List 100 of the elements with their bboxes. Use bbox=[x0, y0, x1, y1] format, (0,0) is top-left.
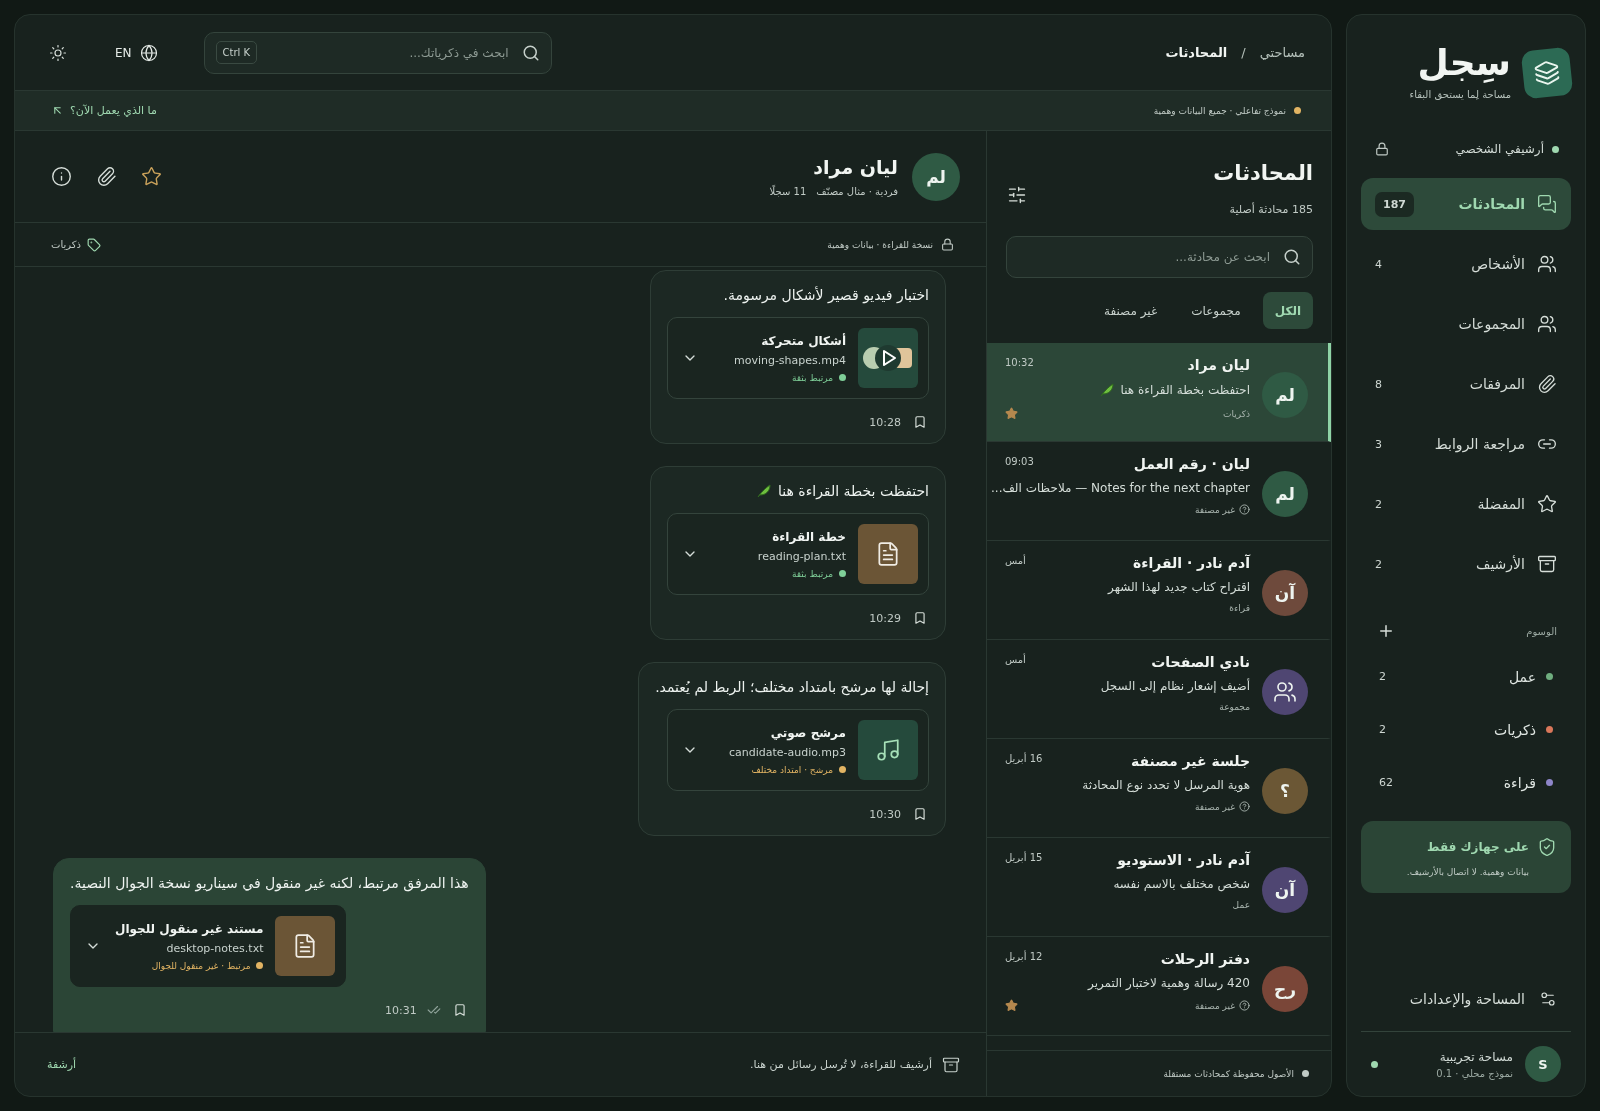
filter-tab[interactable]: غير مصنفة bbox=[1091, 292, 1170, 329]
attachment-title: مرشح صوتي bbox=[769, 725, 846, 740]
video-thumbnail[interactable] bbox=[858, 328, 918, 388]
attachment-title: مستند غير منقول للجوال bbox=[115, 921, 264, 936]
record-count: 11 سجلًا bbox=[769, 186, 807, 197]
search-icon bbox=[1283, 248, 1301, 266]
demo-note: نموذج تفاعلي · جميع البيانات وهمية bbox=[1153, 105, 1286, 116]
music-note-icon bbox=[875, 737, 901, 763]
status-dot bbox=[1552, 145, 1559, 153]
message-time: 10:29 bbox=[869, 611, 901, 625]
document-thumbnail[interactable] bbox=[858, 524, 918, 584]
link-status: مرتبط بثقة bbox=[792, 568, 833, 579]
nav-count: 2 bbox=[1375, 557, 1382, 571]
tag-count: 2 bbox=[1379, 670, 1386, 683]
conversation-name: نادي الصفحات bbox=[1151, 654, 1250, 670]
bookmark-icon bbox=[913, 807, 927, 821]
lock-icon bbox=[941, 238, 954, 251]
attachment-filename: reading-plan.txt bbox=[756, 549, 846, 563]
archive-name: أرشيفي الشخصي bbox=[1455, 142, 1544, 156]
arrow-icon bbox=[51, 104, 64, 117]
filter-tab[interactable]: الكل bbox=[1262, 292, 1313, 329]
app-name: سِجل bbox=[1416, 45, 1511, 81]
breadcrumb-link[interactable]: المحادثات bbox=[1165, 45, 1228, 60]
sun-icon bbox=[49, 43, 67, 62]
message-preview: Notes for the next chapter — ملاحظات الف... bbox=[991, 481, 1250, 495]
people-icon bbox=[1537, 254, 1557, 274]
conversation-item[interactable]: آن آدم نادر · القراءة أمس اقتراح كتاب جديد لهذا الشهر قراءة bbox=[987, 541, 1331, 640]
star-icon bbox=[1537, 494, 1557, 514]
breadcrumb-separator: / bbox=[1241, 45, 1246, 60]
conversation-name: ليان · رقم العمل bbox=[1133, 456, 1250, 472]
attachment-filename: moving-shapes.mp4 bbox=[732, 353, 846, 367]
contact-avatar: لم bbox=[1262, 372, 1308, 418]
attachment-title: خطة القراءة bbox=[771, 529, 846, 544]
message-text: إحالة لها مرشح بامتداد مختلف؛ الربط لم يُعتمد. bbox=[655, 679, 929, 695]
archive-icon bbox=[1537, 554, 1557, 574]
archive-link[interactable]: أرشفة bbox=[47, 1058, 77, 1071]
conversation-name: آدم نادر · القراءة bbox=[1133, 555, 1250, 571]
conversation-meta: فردية · مثال مصنّف bbox=[816, 186, 898, 197]
nav-count: 187 bbox=[1375, 191, 1414, 217]
bookmark-icon bbox=[913, 415, 927, 429]
conversation-time: 09:03 bbox=[1005, 456, 1034, 467]
nav-count: 3 bbox=[1375, 437, 1382, 451]
nav-item[interactable]: المجموعات bbox=[1361, 298, 1571, 350]
list-footer-note: الأصول محفوظة كمحادثات مستقلة bbox=[1163, 1068, 1294, 1079]
star-icon bbox=[141, 166, 162, 187]
conversation-tag: غير مصنفة bbox=[1195, 801, 1235, 812]
settings-icon bbox=[1539, 990, 1557, 1008]
language-button[interactable]: EN bbox=[109, 42, 164, 63]
contact-avatar: رح bbox=[1262, 966, 1308, 1012]
conversation-time: أمس bbox=[1005, 555, 1026, 566]
audio-thumbnail[interactable] bbox=[858, 720, 918, 780]
archive-icon bbox=[942, 1055, 960, 1074]
conversation-item[interactable]: آن آدم نادر · الاستوديو 15 أبريل شخص مختلف بالاسم نفسه عمل bbox=[987, 838, 1331, 937]
contact-avatar: لم bbox=[912, 152, 960, 201]
paperclip-icon bbox=[1537, 374, 1557, 394]
message-time: 10:28 bbox=[869, 415, 901, 429]
message-time: 10:31 bbox=[384, 1003, 417, 1017]
nav-count: 2 bbox=[1375, 497, 1382, 511]
layers-icon bbox=[1532, 58, 1562, 87]
conversation-item[interactable]: ؟ جلسة غير مصنفة 16 أبريل هوية المرسل لا تحدد نوع المحادثة غير مصنفة bbox=[987, 739, 1331, 838]
conversation-time: 15 أبريل bbox=[1005, 852, 1043, 863]
settings-button[interactable]: المساحة والإعدادات bbox=[1361, 973, 1571, 1025]
link-status: مرشح · امتداد مختلف bbox=[751, 764, 833, 775]
breadcrumb-link[interactable]: مساحتي bbox=[1259, 45, 1305, 60]
demo-dot bbox=[1294, 107, 1301, 114]
list-title: المحادثات bbox=[1213, 161, 1313, 185]
shortcut-hint: Ctrl K bbox=[215, 40, 258, 64]
workspace-avatar: S bbox=[1525, 1046, 1561, 1082]
whats-working-link[interactable]: ما الذي يعمل الآن؟ bbox=[51, 104, 157, 117]
chat-bubbles-icon bbox=[1537, 194, 1557, 214]
conversation-item[interactable]: نادي الصفحات أمس أضيف إشعار نظام إلى السجل مجموعة bbox=[987, 640, 1331, 739]
info-button[interactable] bbox=[49, 164, 74, 189]
tag-count: 62 bbox=[1379, 776, 1393, 789]
tags-heading: الوسوم bbox=[1526, 625, 1557, 637]
conversation-tag: غير مصنفة bbox=[1195, 1000, 1235, 1011]
tag-icon bbox=[87, 237, 101, 252]
conversation-time: أمس bbox=[1005, 654, 1026, 665]
readonly-note: نسخة للقراءة · بيانات وهمية bbox=[827, 239, 933, 250]
conversation-search-field[interactable]: ابحث عن محادثة... bbox=[1006, 236, 1313, 278]
readonly-footer-note: أرشيف للقراءة، لا تُرسل رسائل من هنا. bbox=[750, 1058, 932, 1071]
conversation-tag: قراءة bbox=[1229, 603, 1250, 613]
contact-avatar: آن bbox=[1262, 570, 1308, 616]
attachment-filename: desktop-notes.txt bbox=[165, 941, 264, 955]
conversation-time: 16 أبريل bbox=[1005, 753, 1043, 764]
shield-check-icon bbox=[1537, 837, 1557, 857]
document-thumbnail[interactable] bbox=[275, 916, 336, 976]
paperclip-icon bbox=[96, 166, 117, 187]
contact-avatar: آن bbox=[1262, 867, 1308, 913]
document-icon bbox=[875, 541, 901, 567]
filter-tab[interactable]: مجموعات bbox=[1179, 292, 1253, 329]
message-time: 10:30 bbox=[869, 807, 901, 821]
conversation-tag: ذكريات bbox=[1223, 408, 1250, 419]
conversation-name: آدم نادر · الاستوديو bbox=[1117, 852, 1250, 868]
chat-tag: ذكريات bbox=[51, 239, 81, 250]
message-preview: احتفظت بخطة القراءة هنا bbox=[1120, 383, 1250, 397]
contact-avatar: لم bbox=[1262, 471, 1308, 517]
conversation-item[interactable]: رح دفتر الرحلات 12 أبريل 420 رسالة وهمية لاختبار التمرير غير مصنفة bbox=[987, 937, 1331, 1036]
contact-name: ليان مراد bbox=[812, 156, 898, 178]
conversation-tag: مجموعة bbox=[1219, 702, 1250, 712]
notice-text: بيانات وهمية. لا اتصال بالأرشيف. bbox=[1405, 867, 1529, 877]
